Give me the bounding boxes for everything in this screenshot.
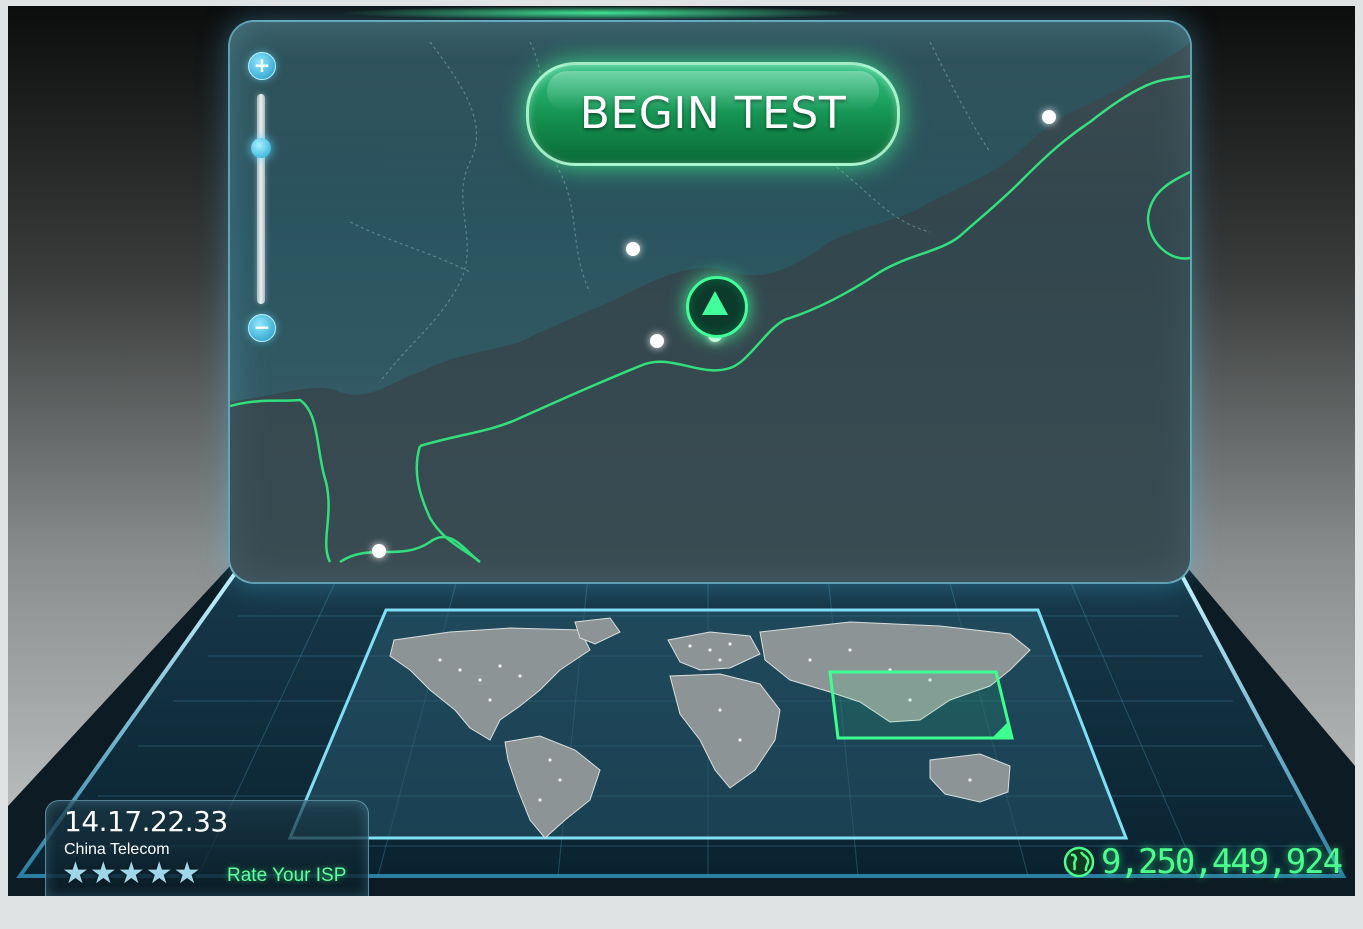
screen-top-glow <box>338 6 858 20</box>
user-location-marker[interactable] <box>686 276 748 338</box>
plus-icon: + <box>253 53 271 77</box>
map-screen[interactable]: + − BEGIN TEST <box>228 20 1192 584</box>
test-counter: 9,250,449,924 <box>1063 842 1343 882</box>
star-icon[interactable]: ★ <box>90 859 117 889</box>
tests-count-value: 9,250,449,924 <box>1101 842 1343 882</box>
star-icon[interactable]: ★ <box>174 859 201 889</box>
zoom-out-button[interactable]: − <box>248 314 276 342</box>
ip-address: 14.17.22.33 <box>64 805 228 838</box>
zoom-slider-thumb[interactable] <box>251 137 271 158</box>
minus-icon: − <box>253 315 271 339</box>
server-marker[interactable] <box>626 242 640 256</box>
speedtest-stage: + − BEGIN TEST 14.17.22.33 China Telecom… <box>8 6 1355 896</box>
star-icon[interactable]: ★ <box>146 859 173 889</box>
server-marker[interactable] <box>1042 110 1056 124</box>
isp-rating-stars[interactable]: ★ ★ ★ ★ ★ <box>62 859 201 889</box>
server-marker[interactable] <box>372 544 386 558</box>
rate-your-isp-link[interactable]: Rate Your ISP <box>227 865 346 887</box>
begin-test-button[interactable]: BEGIN TEST <box>526 62 900 166</box>
star-icon[interactable]: ★ <box>62 859 89 889</box>
zoom-in-button[interactable]: + <box>248 52 276 80</box>
isp-info-panel: 14.17.22.33 China Telecom ★ ★ ★ ★ ★ Rate… <box>45 800 369 896</box>
server-marker[interactable] <box>650 334 664 348</box>
triangle-marker-icon <box>702 291 728 315</box>
star-icon[interactable]: ★ <box>118 859 145 889</box>
world-map[interactable] <box>290 610 1125 842</box>
zoom-slider-track[interactable] <box>257 94 265 304</box>
globe-icon <box>1063 846 1095 878</box>
